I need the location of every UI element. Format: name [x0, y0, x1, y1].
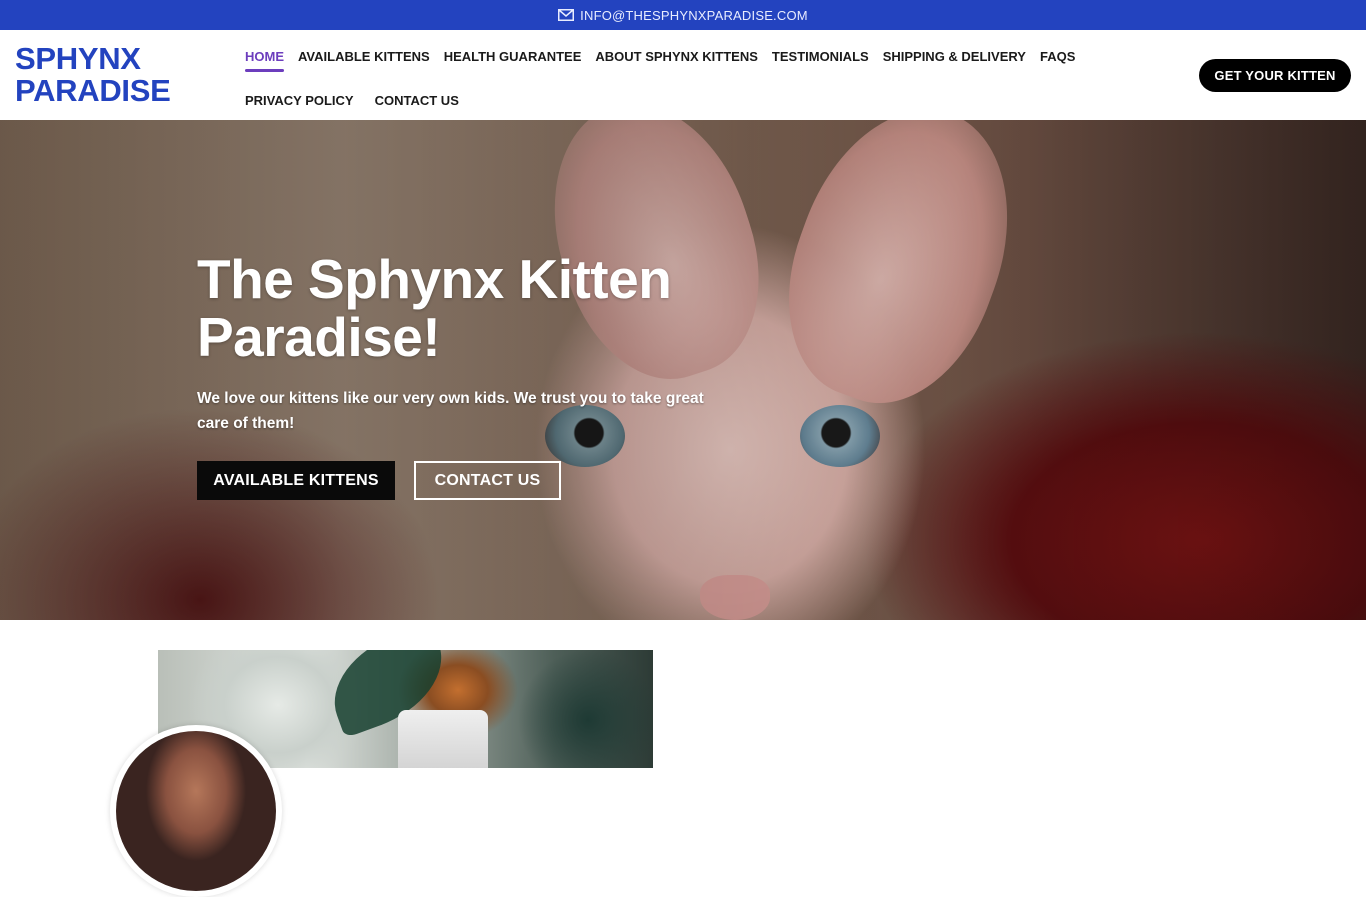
- contact-email-link[interactable]: INFO@THESPHYNXPARADISE.COM: [580, 8, 808, 23]
- site-header: SPHYNX PARADISE HOME AVAILABLE KITTENS H…: [0, 30, 1366, 120]
- envelope-icon: [558, 9, 575, 21]
- nav-item-health-guarantee[interactable]: HEALTH GUARANTEE: [437, 42, 589, 72]
- nav-item-privacy-policy[interactable]: PRIVACY POLICY: [238, 86, 361, 116]
- site-logo[interactable]: SPHYNX PARADISE: [15, 43, 171, 107]
- featured-image-pot: [398, 710, 488, 768]
- nav-item-contact-us[interactable]: CONTACT US: [368, 86, 466, 116]
- nav-item-home[interactable]: HOME: [238, 42, 291, 72]
- contact-us-button[interactable]: CONTACT US: [414, 461, 561, 500]
- available-kittens-button[interactable]: AVAILABLE KITTENS: [197, 461, 395, 500]
- main-navigation: HOME AVAILABLE KITTENS HEALTH GUARANTEE …: [238, 42, 1188, 116]
- logo-line-1: SPHYNX: [15, 41, 141, 76]
- nav-item-faqs[interactable]: FAQS: [1033, 42, 1082, 72]
- get-your-kitten-button[interactable]: GET YOUR KITTEN: [1199, 59, 1351, 92]
- top-bar: INFO@THESPHYNXPARADISE.COM: [0, 0, 1366, 30]
- hero-subtitle: We love our kittens like our very own ki…: [197, 390, 704, 432]
- hero-banner: The Sphynx Kitten Paradise! We love our …: [0, 120, 1366, 620]
- hero-title: The Sphynx Kitten Paradise!: [197, 248, 672, 368]
- hero-content: The Sphynx Kitten Paradise! We love our …: [197, 250, 717, 500]
- nav-item-testimonials[interactable]: TESTIMONIALS: [765, 42, 876, 72]
- kitten-avatar: [116, 731, 276, 891]
- nav-item-about-sphynx-kittens[interactable]: ABOUT SPHYNX KITTENS: [588, 42, 765, 72]
- nav-item-available-kittens[interactable]: AVAILABLE KITTENS: [291, 42, 437, 72]
- nav-item-shipping-delivery[interactable]: SHIPPING & DELIVERY: [876, 42, 1033, 72]
- logo-line-2: PARADISE: [15, 73, 171, 108]
- hero-buttons: AVAILABLE KITTENS CONTACT US: [197, 461, 717, 500]
